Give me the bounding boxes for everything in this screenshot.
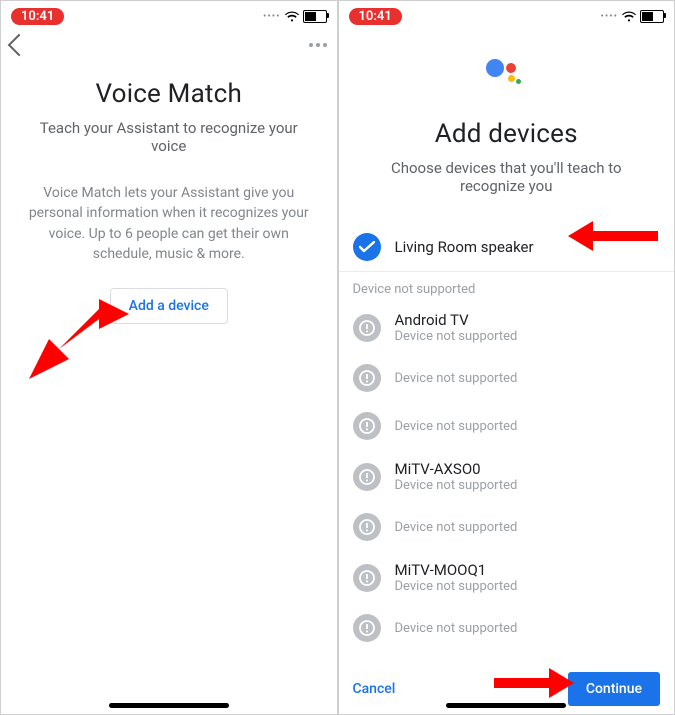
- device-text: Android TVDevice not supported: [395, 311, 518, 344]
- alert-icon: [353, 412, 381, 440]
- status-indicators: ••••: [263, 10, 327, 23]
- continue-button[interactable]: Continue: [568, 672, 660, 706]
- annotation-arrow: [494, 668, 574, 698]
- nav-bar: [1, 29, 337, 53]
- device-status: Device not supported: [395, 478, 518, 493]
- page-subtitle: Choose devices that you'll teach to reco…: [339, 159, 675, 195]
- more-icon[interactable]: [309, 43, 327, 47]
- device-row: Device not supported: [339, 604, 675, 652]
- status-time: 10:41: [349, 8, 402, 25]
- unsupported-list: Android TVDevice not supportedDevice not…: [339, 301, 675, 652]
- device-row: Device not supported: [339, 354, 675, 402]
- device-name: Living Room speaker: [395, 238, 534, 256]
- page-description: Voice Match lets your Assistant give you…: [1, 183, 337, 264]
- page-title: Add devices: [339, 119, 675, 149]
- check-icon: [353, 233, 381, 261]
- cancel-button[interactable]: Cancel: [353, 681, 396, 697]
- device-text: MiTV-AXSO0Device not supported: [395, 460, 518, 493]
- back-icon[interactable]: [8, 34, 31, 57]
- status-bar: 10:41 ••••: [339, 1, 675, 29]
- device-row: Device not supported: [339, 503, 675, 551]
- assistant-logo-icon: [339, 59, 675, 93]
- device-text: Device not supported: [395, 520, 518, 535]
- device-row: Android TVDevice not supported: [339, 301, 675, 354]
- status-bar: 10:41 ••••: [1, 1, 337, 29]
- page-subtitle: Teach your Assistant to recognize your v…: [1, 119, 337, 155]
- alert-icon: [353, 364, 381, 392]
- alert-icon: [353, 564, 381, 592]
- home-indicator[interactable]: [109, 703, 229, 708]
- device-status: Device not supported: [395, 419, 518, 434]
- alert-icon: [353, 614, 381, 642]
- page-title: Voice Match: [1, 79, 337, 109]
- device-status: Device not supported: [395, 329, 518, 344]
- device-text: Device not supported: [395, 419, 518, 434]
- device-status: Device not supported: [395, 371, 518, 386]
- device-status: Device not supported: [395, 520, 518, 535]
- device-text: Device not supported: [395, 371, 518, 386]
- device-row-selected[interactable]: Living Room speaker: [339, 223, 675, 272]
- device-row: Device not supported: [339, 402, 675, 450]
- battery-icon: [303, 10, 327, 23]
- device-status: Device not supported: [395, 579, 518, 594]
- section-unsupported: Device not supported: [339, 272, 675, 301]
- cellular-icon: ••••: [263, 11, 281, 22]
- device-name: MiTV-MOOQ1: [395, 561, 518, 579]
- status-time: 10:41: [11, 8, 64, 25]
- alert-icon: [353, 463, 381, 491]
- screen-voice-match: 10:41 •••• Voice Match Teach your Assist…: [0, 0, 338, 715]
- device-name: Android TV: [395, 311, 518, 329]
- device-status: Device not supported: [395, 621, 518, 636]
- device-row: MiTV-MOOQ1Device not supported: [339, 551, 675, 604]
- add-device-button[interactable]: Add a device: [110, 288, 228, 324]
- alert-icon: [353, 513, 381, 541]
- home-indicator[interactable]: [446, 703, 566, 708]
- device-name: MiTV-AXSO0: [395, 460, 518, 478]
- cellular-icon: ••••: [601, 11, 619, 22]
- alert-icon: [353, 314, 381, 342]
- battery-icon: [640, 10, 664, 23]
- device-text: Device not supported: [395, 621, 518, 636]
- device-row: MiTV-AXSO0Device not supported: [339, 450, 675, 503]
- device-text: MiTV-MOOQ1Device not supported: [395, 561, 518, 594]
- wifi-icon: [285, 11, 299, 22]
- status-indicators: ••••: [601, 10, 665, 23]
- wifi-icon: [622, 11, 636, 22]
- screen-add-devices: 10:41 •••• Add devices Choose devices th…: [338, 0, 675, 715]
